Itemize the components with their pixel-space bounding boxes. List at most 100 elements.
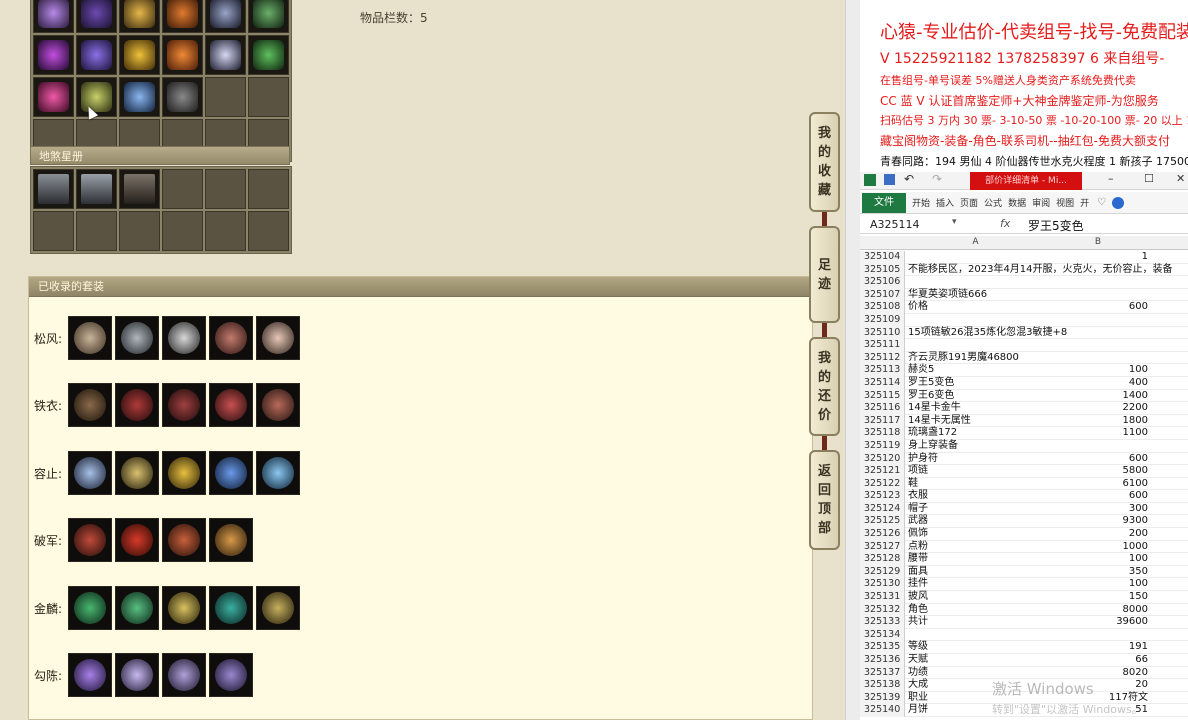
row-number[interactable]: 325119: [860, 439, 905, 453]
suit-item[interactable]: [209, 586, 253, 630]
suit-item[interactable]: [256, 383, 300, 427]
ribbon-tab[interactable]: 开始: [912, 196, 930, 209]
row-number[interactable]: 325139: [860, 691, 905, 705]
row-number[interactable]: 325135: [860, 641, 905, 654]
row-number[interactable]: 325109: [860, 313, 905, 327]
tab-my-offer[interactable]: 我 的 还 价: [809, 337, 840, 436]
sheet-row[interactable]: 325107 华夏英姿项链666: [860, 288, 1188, 302]
row-number[interactable]: 325125: [860, 515, 905, 529]
row-number[interactable]: 325115: [860, 389, 905, 403]
ribbon-tab[interactable]: 开: [1080, 196, 1089, 209]
cell-a[interactable]: 点粉: [908, 541, 928, 554]
disha-card[interactable]: [119, 169, 160, 209]
cell-b[interactable]: 1000: [1043, 541, 1148, 554]
cell-a[interactable]: 天赋: [908, 654, 928, 667]
cell-a[interactable]: 功绩: [908, 667, 928, 680]
suit-item[interactable]: [256, 451, 300, 495]
sheet-row[interactable]: 325109: [860, 313, 1188, 327]
row-number[interactable]: 325121: [860, 465, 905, 478]
cell-a[interactable]: 身上穿装备: [908, 440, 958, 453]
suit-item[interactable]: [68, 518, 112, 562]
suit-item[interactable]: [209, 316, 253, 360]
sheet-row[interactable]: 325122 鞋 6100: [860, 477, 1188, 491]
row-number[interactable]: 325132: [860, 603, 905, 617]
sheet-row[interactable]: 325132 角色 8000: [860, 603, 1188, 617]
row-number[interactable]: 325120: [860, 452, 905, 466]
inventory-slot[interactable]: [119, 77, 160, 117]
tab-back-to-top[interactable]: 返 回 顶 部: [809, 450, 840, 550]
row-number[interactable]: 325138: [860, 679, 905, 692]
suit-item[interactable]: [115, 653, 159, 697]
sheet-row[interactable]: 325123 衣服 600: [860, 490, 1188, 503]
sheet-row[interactable]: 325134: [860, 628, 1188, 642]
name-box-dropdown-icon[interactable]: ▾: [952, 217, 957, 227]
row-number[interactable]: 325117: [860, 414, 905, 428]
row-number[interactable]: 325131: [860, 591, 905, 604]
sheet-row[interactable]: 325110 15项链敏26混35炼化忽混3敏捷+8: [860, 326, 1188, 340]
row-number[interactable]: 325127: [860, 540, 905, 554]
ribbon-tab[interactable]: 数据: [1008, 196, 1026, 209]
inventory-slot[interactable]: [162, 0, 203, 33]
ribbon-tab[interactable]: 插入: [936, 196, 954, 209]
row-number[interactable]: 325104: [860, 251, 905, 264]
disha-slot-empty[interactable]: [248, 169, 289, 209]
suit-item[interactable]: [115, 383, 159, 427]
cell-b[interactable]: 39600: [1043, 616, 1148, 629]
inventory-slot-empty[interactable]: [248, 77, 289, 117]
cell-a[interactable]: 武器: [908, 515, 928, 528]
sheet-row[interactable]: 325119 身上穿装备: [860, 439, 1188, 453]
sheet-row[interactable]: 325126 佩饰 200: [860, 528, 1188, 541]
cell-a[interactable]: 15项链敏26混35炼化忽混3敏捷+8: [908, 327, 1067, 340]
suit-item[interactable]: [115, 518, 159, 562]
cell-a[interactable]: 佩饰: [908, 528, 928, 541]
sheet-row[interactable]: 325117 14星卡无属性 1800: [860, 414, 1188, 428]
sheet-row[interactable]: 325133 共计 39600: [860, 616, 1188, 629]
row-number[interactable]: 325134: [860, 628, 905, 642]
ribbon-tab[interactable]: 页面: [960, 196, 978, 209]
disha-slot-empty[interactable]: [248, 211, 289, 251]
sheet-row[interactable]: 325113 赫炎5 100: [860, 364, 1188, 377]
suit-item[interactable]: [115, 586, 159, 630]
cell-a[interactable]: 披风: [908, 591, 928, 604]
suit-item[interactable]: [256, 586, 300, 630]
suit-item[interactable]: [256, 316, 300, 360]
sheet-row[interactable]: 325128 腰带 100: [860, 553, 1188, 566]
suit-item[interactable]: [209, 451, 253, 495]
cell-b[interactable]: 1400: [1043, 390, 1148, 403]
cell-b[interactable]: 1: [1043, 251, 1148, 264]
suit-item[interactable]: [68, 451, 112, 495]
maximize-icon[interactable]: ☐: [1144, 172, 1154, 185]
sheet-row[interactable]: 325129 面具 350: [860, 565, 1188, 579]
sheet-row[interactable]: 325120 护身符 600: [860, 452, 1188, 466]
ribbon-collapse-icon[interactable]: ♡: [1097, 197, 1106, 208]
cell-b[interactable]: 1100: [1043, 427, 1148, 440]
column-header-a[interactable]: A: [908, 237, 1043, 247]
inventory-slot[interactable]: [119, 0, 160, 33]
disha-slot-empty[interactable]: [205, 169, 246, 209]
cell-a[interactable]: 共计: [908, 616, 928, 629]
sheet-row[interactable]: 325136 天赋 66: [860, 654, 1188, 667]
sheet-row[interactable]: 325111: [860, 339, 1188, 352]
ribbon-tab[interactable]: 审阅: [1032, 196, 1050, 209]
suit-item[interactable]: [209, 653, 253, 697]
cell-a[interactable]: 价格: [908, 301, 928, 314]
cell-b[interactable]: 100: [1043, 578, 1148, 591]
suit-item[interactable]: [115, 451, 159, 495]
inventory-slot[interactable]: [76, 0, 117, 33]
inventory-slot[interactable]: [33, 77, 74, 117]
close-icon[interactable]: ✕: [1176, 172, 1185, 185]
cell-a[interactable]: 月饼: [908, 704, 928, 717]
sheet-row[interactable]: 325112 齐云灵豚191男魔46800: [860, 351, 1188, 365]
inventory-slot[interactable]: [248, 0, 289, 33]
inventory-slot-empty[interactable]: [205, 77, 246, 117]
cell-a[interactable]: 罗王6变色: [908, 390, 954, 403]
cell-a[interactable]: 帽子: [908, 503, 928, 516]
suit-item[interactable]: [209, 518, 253, 562]
row-number[interactable]: 325130: [860, 578, 905, 592]
row-number[interactable]: 325140: [860, 704, 905, 717]
row-number[interactable]: 325108: [860, 301, 905, 314]
suit-item[interactable]: [68, 586, 112, 630]
disha-slot-empty[interactable]: [76, 211, 117, 251]
sheet-row[interactable]: 325105 不能移民区，2023年4月14开服，火克火，无价容止，装备: [860, 263, 1188, 277]
suit-item[interactable]: [115, 316, 159, 360]
